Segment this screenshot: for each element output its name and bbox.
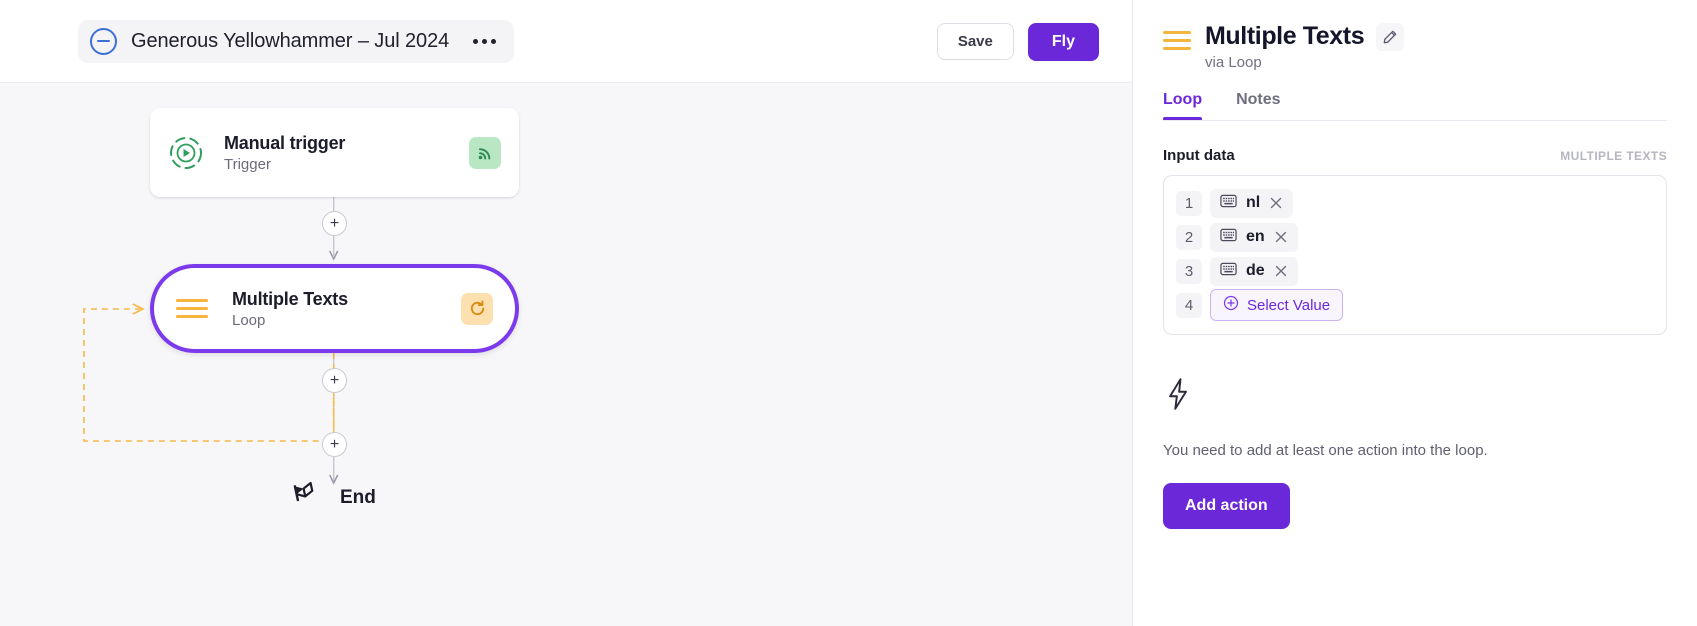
flow-title-chip[interactable]: Generous Yellowhammer – Jul 2024	[78, 20, 514, 63]
close-icon[interactable]	[1274, 264, 1288, 278]
list-item[interactable]: 1	[1176, 186, 1654, 220]
input-data-header: Input data MULTIPLE TEXTS	[1163, 147, 1667, 164]
list-item[interactable]: 3	[1176, 254, 1654, 288]
add-action-button[interactable]: Add action	[1163, 483, 1290, 529]
node-manual-trigger[interactable]: Manual trigger Trigger	[150, 108, 519, 197]
flow-title: Generous Yellowhammer – Jul 2024	[131, 30, 449, 53]
close-icon[interactable]	[1269, 196, 1283, 210]
select-value-label: Select Value	[1247, 297, 1330, 314]
end-label: End	[340, 487, 376, 509]
node-end: End	[290, 478, 376, 517]
node-text: Multiple Texts Loop	[222, 289, 461, 329]
row-chip[interactable]: nl	[1210, 189, 1293, 218]
plus-circle-icon	[1223, 295, 1239, 315]
loop-refresh-icon	[461, 293, 493, 325]
row-index: 1	[1176, 191, 1202, 216]
panel-header: Multiple Texts via Loop	[1163, 22, 1667, 71]
row-chip[interactable]: de	[1210, 257, 1298, 286]
details-panel: Multiple Texts via Loop Loop Notes Input…	[1133, 0, 1697, 626]
select-value-button[interactable]: Select Value	[1210, 289, 1343, 321]
panel-title-wrap: Multiple Texts via Loop	[1205, 22, 1404, 71]
tab-loop[interactable]: Loop	[1163, 91, 1202, 121]
empty-state: You need to add at least one action into…	[1163, 377, 1667, 529]
ellipsis-icon[interactable]	[471, 35, 498, 48]
fly-button[interactable]: Fly	[1028, 23, 1099, 61]
top-bar: Generous Yellowhammer – Jul 2024 Save Fl…	[0, 0, 1132, 83]
keyboard-icon	[1220, 194, 1237, 213]
row-index: 3	[1176, 259, 1202, 284]
row-value: de	[1246, 262, 1265, 280]
app-root: Generous Yellowhammer – Jul 2024 Save Fl…	[0, 0, 1697, 626]
minus-circle-icon[interactable]	[90, 28, 117, 55]
top-bar-actions: Save Fly	[937, 0, 1099, 83]
list-item-add[interactable]: 4 Select Value	[1176, 288, 1654, 322]
page-title: Multiple Texts	[1205, 22, 1364, 51]
row-chip[interactable]: en	[1210, 223, 1298, 252]
keyboard-icon	[1220, 262, 1237, 281]
row-value: nl	[1246, 194, 1260, 212]
node-title: Manual trigger	[224, 133, 469, 154]
keyboard-icon	[1220, 228, 1237, 247]
panel-tabs: Loop Notes	[1163, 91, 1667, 121]
add-step-button-1[interactable]	[322, 211, 347, 236]
input-data-title: Input data	[1163, 147, 1235, 164]
save-button[interactable]: Save	[937, 23, 1014, 60]
input-data-list: 1	[1163, 175, 1667, 335]
node-title: Multiple Texts	[232, 289, 461, 310]
lightning-bolt-icon	[1163, 398, 1193, 415]
add-step-button-2[interactable]	[322, 368, 347, 393]
empty-state-message: You need to add at least one action into…	[1163, 442, 1667, 459]
tabs-divider	[1163, 120, 1667, 121]
list-item[interactable]: 2	[1176, 220, 1654, 254]
row-index: 4	[1176, 293, 1202, 318]
workflow-canvas-pane: Generous Yellowhammer – Jul 2024 Save Fl…	[0, 0, 1133, 626]
row-value: en	[1246, 228, 1265, 246]
node-subtitle: Trigger	[224, 156, 469, 173]
hamburger-lines-icon	[1163, 22, 1191, 50]
canvas[interactable]: Manual trigger Trigger	[0, 83, 1132, 626]
tab-notes[interactable]: Notes	[1236, 91, 1280, 121]
input-data-tag: MULTIPLE TEXTS	[1560, 149, 1667, 163]
node-subtitle: Loop	[232, 312, 461, 329]
panel-subtitle: via Loop	[1205, 54, 1404, 71]
node-multiple-texts-loop[interactable]: Multiple Texts Loop	[150, 264, 519, 353]
checkered-flag-icon	[290, 478, 324, 517]
panel-title-row: Multiple Texts	[1205, 22, 1404, 51]
close-icon[interactable]	[1274, 230, 1288, 244]
row-index: 2	[1176, 225, 1202, 250]
play-circle-dashed-icon	[168, 135, 214, 171]
node-text: Manual trigger Trigger	[214, 133, 469, 173]
rss-signal-icon	[469, 137, 501, 169]
hamburger-lines-icon	[176, 299, 222, 318]
pencil-icon[interactable]	[1376, 23, 1404, 51]
add-step-button-3[interactable]	[322, 432, 347, 457]
